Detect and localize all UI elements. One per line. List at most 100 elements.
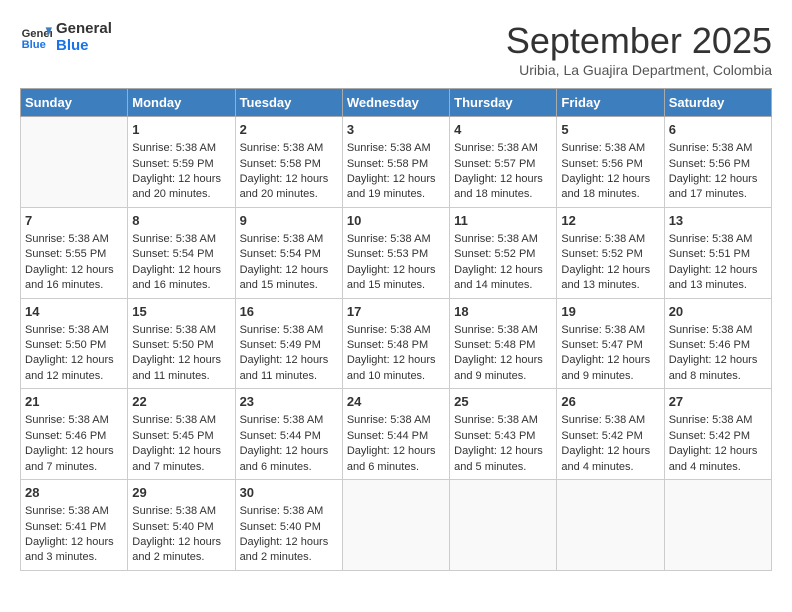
calendar-cell: 18Sunrise: 5:38 AMSunset: 5:48 PMDayligh…	[450, 298, 557, 389]
day-number: 13	[669, 212, 767, 230]
day-info: Sunset: 5:43 PM	[454, 429, 552, 444]
day-info: Daylight: 12 hours	[669, 172, 767, 187]
day-info: Sunset: 5:46 PM	[25, 429, 123, 444]
day-info: Daylight: 12 hours	[132, 353, 230, 368]
day-number: 7	[25, 212, 123, 230]
weekday-header-tuesday: Tuesday	[235, 89, 342, 117]
day-info: and 3 minutes.	[25, 550, 123, 565]
day-info: and 11 minutes.	[240, 369, 338, 384]
calendar-cell	[21, 117, 128, 208]
day-number: 28	[25, 484, 123, 502]
day-info: and 7 minutes.	[132, 460, 230, 475]
day-info: Sunset: 5:51 PM	[669, 247, 767, 262]
day-info: Sunset: 5:52 PM	[561, 247, 659, 262]
day-number: 21	[25, 393, 123, 411]
day-info: Daylight: 12 hours	[240, 535, 338, 550]
calendar-cell: 15 Sunrise: 5:38 AMSunset: 5:50 PMDayligh…	[128, 298, 235, 389]
day-info: and 12 minutes.	[25, 369, 123, 384]
day-info: Sunrise: 5:38 AM	[669, 323, 767, 338]
day-info: and 18 minutes.	[454, 187, 552, 202]
day-info: Sunset: 5:48 PM	[347, 338, 445, 353]
day-info: Daylight: 12 hours	[669, 353, 767, 368]
day-info: and 16 minutes.	[25, 278, 123, 293]
calendar-cell: 11Sunrise: 5:38 AMSunset: 5:52 PMDayligh…	[450, 207, 557, 298]
weekday-header-monday: Monday	[128, 89, 235, 117]
day-info: and 20 minutes.	[240, 187, 338, 202]
day-info: Sunset: 5:54 PM	[132, 247, 230, 262]
day-info: and 6 minutes.	[347, 460, 445, 475]
calendar-cell: 26 Sunrise: 5:38 AMSunset: 5:42 PMDayligh…	[557, 389, 664, 480]
calendar-cell: 27Sunrise: 5:38 AMSunset: 5:42 PMDayligh…	[664, 389, 771, 480]
day-info: Sunset: 5:44 PM	[347, 429, 445, 444]
day-info: Daylight: 12 hours	[561, 353, 659, 368]
weekday-header-sunday: Sunday	[21, 89, 128, 117]
day-info: Sunrise: 5:38 AM	[561, 413, 659, 428]
day-number: 14	[25, 303, 123, 321]
day-info: Daylight: 12 hours	[347, 444, 445, 459]
day-info: and 14 minutes.	[454, 278, 552, 293]
calendar-week-row: 28Sunrise: 5:38 AMSunset: 5:41 PMDayligh…	[21, 480, 772, 571]
day-number: 26	[561, 393, 659, 411]
day-info: Sunrise: 5:38 AM	[561, 323, 659, 338]
day-info: Sunrise: 5:38 AM	[454, 232, 552, 247]
calendar-cell: 3Sunrise: 5:38 AMSunset: 5:58 PMDaylight…	[342, 117, 449, 208]
day-info: Sunrise: 5:38 AM	[132, 323, 230, 338]
day-info: Sunset: 5:42 PM	[561, 429, 659, 444]
day-info: Daylight: 12 hours	[132, 172, 230, 187]
day-number: 16	[240, 303, 338, 321]
month-title: September 2025	[506, 20, 772, 62]
calendar-cell: 12Sunrise: 5:38 AMSunset: 5:52 PMDayligh…	[557, 207, 664, 298]
logo-blue: Blue	[56, 37, 112, 54]
day-info: Sunset: 5:50 PM	[132, 338, 230, 353]
day-info: Daylight: 12 hours	[454, 172, 552, 187]
day-info: Daylight: 12 hours	[25, 535, 123, 550]
day-info: Daylight: 12 hours	[347, 263, 445, 278]
title-area: September 2025 Uribia, La Guajira Depart…	[506, 20, 772, 78]
day-info: and 2 minutes.	[240, 550, 338, 565]
day-info: Sunrise: 5:38 AM	[25, 413, 123, 428]
page-header: General Blue General Blue September 2025…	[20, 20, 772, 78]
calendar-week-row: 21Sunrise: 5:38 AMSunset: 5:46 PMDayligh…	[21, 389, 772, 480]
day-info: Sunrise: 5:38 AM	[669, 413, 767, 428]
day-info: and 2 minutes.	[132, 550, 230, 565]
day-info: Sunrise: 5:38 AM	[25, 504, 123, 519]
day-number: 4	[454, 121, 552, 139]
svg-text:Blue: Blue	[22, 39, 46, 51]
day-info: Daylight: 12 hours	[669, 444, 767, 459]
day-info: Daylight: 12 hours	[561, 172, 659, 187]
day-info: Sunrise: 5:38 AM	[240, 141, 338, 156]
calendar-cell: 14Sunrise: 5:38 AMSunset: 5:50 PMDayligh…	[21, 298, 128, 389]
day-info: Sunrise: 5:38 AM	[240, 413, 338, 428]
day-number: 30	[240, 484, 338, 502]
calendar-cell: 22Sunrise: 5:38 AMSunset: 5:45 PMDayligh…	[128, 389, 235, 480]
day-info: Daylight: 12 hours	[25, 263, 123, 278]
day-info: Sunset: 5:46 PM	[669, 338, 767, 353]
day-info: Daylight: 12 hours	[132, 535, 230, 550]
weekday-header-thursday: Thursday	[450, 89, 557, 117]
day-info: and 10 minutes.	[347, 369, 445, 384]
day-info: Sunrise: 5:38 AM	[561, 232, 659, 247]
logo-icon: General Blue	[20, 21, 52, 53]
day-info: Sunrise: 5:38 AM	[240, 323, 338, 338]
day-info: Daylight: 12 hours	[25, 444, 123, 459]
day-info: Sunset: 5:52 PM	[454, 247, 552, 262]
day-number: 25	[454, 393, 552, 411]
day-number: 19	[561, 303, 659, 321]
day-info: Daylight: 12 hours	[561, 444, 659, 459]
calendar-cell: 9Sunrise: 5:38 AMSunset: 5:54 PMDaylight…	[235, 207, 342, 298]
calendar-table: SundayMondayTuesdayWednesdayThursdayFrid…	[20, 88, 772, 571]
day-number: 15	[132, 303, 230, 321]
calendar-cell: 28Sunrise: 5:38 AMSunset: 5:41 PMDayligh…	[21, 480, 128, 571]
calendar-cell: 21 Sunrise: 5:38 AMSunset: 5:46 PMDayligh…	[21, 389, 128, 480]
day-info: Sunset: 5:58 PM	[240, 157, 338, 172]
weekday-header-wednesday: Wednesday	[342, 89, 449, 117]
calendar-cell: 10Sunrise: 5:38 AMSunset: 5:53 PMDayligh…	[342, 207, 449, 298]
weekday-header-friday: Friday	[557, 89, 664, 117]
day-info: Daylight: 12 hours	[132, 263, 230, 278]
day-number: 18	[454, 303, 552, 321]
day-info: Sunset: 5:40 PM	[240, 520, 338, 535]
day-number: 10	[347, 212, 445, 230]
day-info: Sunset: 5:57 PM	[454, 157, 552, 172]
day-info: and 15 minutes.	[347, 278, 445, 293]
calendar-cell: 25Sunrise: 5:38 AMSunset: 5:43 PMDayligh…	[450, 389, 557, 480]
